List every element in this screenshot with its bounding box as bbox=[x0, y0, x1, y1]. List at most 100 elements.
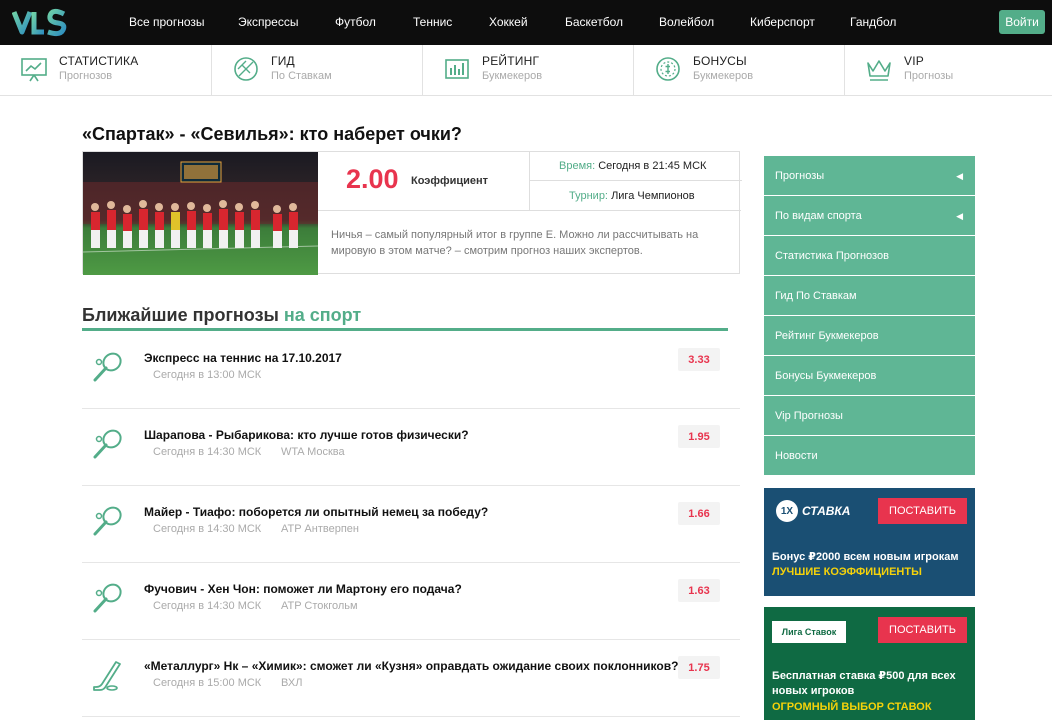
feature-subtitle: Букмекеров bbox=[693, 70, 754, 82]
sidebar-item-label: По видам спорта bbox=[775, 210, 862, 222]
feature-guide[interactable]: ГИД По Ставкам bbox=[212, 45, 423, 95]
sidebar-item-label: Прогнозы bbox=[775, 170, 825, 182]
feature-subtitle: Букмекеров bbox=[482, 70, 543, 82]
forecast-row[interactable]: Экспресс на теннис на 17.10.2017 Сегодня… bbox=[82, 332, 740, 409]
forecast-venue: ВХЛ bbox=[281, 677, 303, 689]
ad-accent: ЛУЧШИЕ КОЭФФИЦИЕНТЫ bbox=[772, 566, 922, 578]
sidebar-item-guide[interactable]: Гид По Ставкам bbox=[764, 276, 975, 316]
featured-match-card: 2.00 Коэффициент Время: Сегодня в 21:45 … bbox=[82, 151, 742, 275]
brand-name: Лига Ставок bbox=[781, 627, 837, 637]
feature-subtitle: Прогнозы bbox=[904, 70, 954, 82]
match-photo[interactable] bbox=[83, 152, 318, 275]
nav-all-forecasts[interactable]: Все прогнозы bbox=[129, 15, 205, 29]
nav-express[interactable]: Экспрессы bbox=[238, 15, 298, 29]
section-title-accent: на спорт bbox=[283, 305, 362, 325]
login-button[interactable]: Войти bbox=[999, 10, 1045, 34]
expand-arrow-icon[interactable]: ◀ bbox=[956, 196, 963, 236]
match-meta: Время: Сегодня в 21:45 МСК Турнир: Лига … bbox=[529, 152, 742, 210]
sidebar-item-label: Бонусы Букмекеров bbox=[775, 370, 877, 382]
brand-badge: 1X bbox=[776, 500, 798, 522]
featured-description: Ничья – самый популярный итог в группе Е… bbox=[331, 229, 699, 257]
forecast-venue: ATP Стокгольм bbox=[281, 600, 358, 612]
sidebar-menu: Прогнозы ◀ По видам спорта ◀ Статистика … bbox=[764, 156, 975, 476]
forecast-odds[interactable]: 1.66 bbox=[678, 502, 720, 525]
bookmaker-ad[interactable]: 1X СТАВКА ПОСТАВИТЬ Бонус ₽2000 всем нов… bbox=[764, 488, 975, 596]
tournament-value: Лига Чемпионов bbox=[611, 190, 695, 202]
crown-icon bbox=[867, 60, 891, 81]
sidebar-item-label: Статистика Прогнозов bbox=[775, 250, 889, 262]
forecast-title[interactable]: Шарапова - Рыбарикова: кто лучше готов ф… bbox=[144, 428, 469, 442]
sidebar-item-vip[interactable]: Vip Прогнозы bbox=[764, 396, 975, 436]
feature-vip[interactable]: VIP Прогнозы bbox=[845, 45, 1052, 95]
forecast-title[interactable]: Майер - Тиафо: поборется ли опытный неме… bbox=[144, 505, 488, 519]
forecast-row[interactable]: «Металлург» Нк – «Химик»: сможет ли «Куз… bbox=[82, 640, 740, 717]
nav-tennis[interactable]: Теннис bbox=[413, 15, 452, 29]
feature-subtitle: Прогнозов bbox=[59, 70, 113, 82]
divider bbox=[318, 210, 741, 211]
chart-board-icon bbox=[21, 58, 47, 82]
featured-odds: 2.00 bbox=[346, 164, 399, 194]
site-logo[interactable] bbox=[12, 6, 68, 38]
forecast-time: Сегодня в 13:00 МСК bbox=[153, 369, 262, 381]
nav-hockey[interactable]: Хоккей bbox=[489, 15, 528, 29]
forecast-odds[interactable]: 1.75 bbox=[678, 656, 720, 679]
forecast-title[interactable]: Экспресс на теннис на 17.10.2017 bbox=[144, 351, 342, 365]
section-title-main: Ближайшие прогнозы bbox=[82, 305, 279, 325]
forecast-time: Сегодня в 15:00 МСК bbox=[153, 677, 262, 689]
bar-chart-icon bbox=[445, 59, 469, 79]
forecast-row[interactable]: Майер - Тиафо: поборется ли опытный неме… bbox=[82, 486, 740, 563]
feature-subtitle: По Ставкам bbox=[271, 70, 332, 82]
tennis-racket-icon bbox=[93, 583, 122, 613]
feature-bonuses[interactable]: БОНУСЫ Букмекеров bbox=[634, 45, 845, 95]
brand-name: СТАВКА bbox=[802, 504, 851, 518]
forecast-row[interactable]: Шарапова - Рыбарикова: кто лучше готов ф… bbox=[82, 409, 740, 486]
nav-football[interactable]: Футбол bbox=[335, 15, 376, 29]
nav-esports[interactable]: Киберспорт bbox=[750, 15, 815, 29]
odds-caption: Коэффициент bbox=[411, 175, 489, 187]
feature-rating[interactable]: РЕЙТИНГ Букмекеров bbox=[423, 45, 634, 95]
ad-text: Бесплатная ставка ₽500 для всех новых иг… bbox=[772, 670, 956, 697]
tennis-racket-icon bbox=[93, 506, 122, 536]
forecast-title[interactable]: «Металлург» Нк – «Химик»: сможет ли «Куз… bbox=[144, 659, 678, 673]
top-navbar: Все прогнозы Экспрессы Футбол Теннис Хок… bbox=[0, 0, 1052, 45]
sidebar-item-label: Гид По Ставкам bbox=[775, 290, 857, 302]
feature-statistics[interactable]: СТАТИСТИКА Прогнозов bbox=[0, 45, 212, 95]
page-title[interactable]: «Спартак» - «Севилья»: кто наберет очки? bbox=[82, 124, 462, 145]
ad-text: Бонус ₽2000 всем новым игрокам bbox=[772, 551, 959, 563]
forecast-time: Сегодня в 14:30 МСК bbox=[153, 523, 262, 535]
match-tournament: Турнир: Лига Чемпионов bbox=[530, 181, 742, 210]
forecast-time: Сегодня в 14:30 МСК bbox=[153, 600, 262, 612]
feature-title: ГИД bbox=[271, 54, 295, 68]
expand-arrow-icon[interactable]: ◀ bbox=[956, 156, 963, 196]
feature-title: СТАТИСТИКА bbox=[59, 54, 139, 68]
bookmaker-ad[interactable]: Лига Ставок ПОСТАВИТЬ Бесплатная ставка … bbox=[764, 607, 975, 720]
sidebar-item-label: Новости bbox=[775, 450, 818, 462]
sidebar-item-bonuses[interactable]: Бонусы Букмекеров bbox=[764, 356, 975, 396]
ball-icon bbox=[234, 57, 258, 81]
match-time: Время: Сегодня в 21:45 МСК bbox=[530, 152, 742, 181]
nav-basketball[interactable]: Баскетбол bbox=[565, 15, 623, 29]
sidebar-item-forecasts[interactable]: Прогнозы ◀ bbox=[764, 156, 975, 196]
place-bet-button[interactable]: ПОСТАВИТЬ bbox=[878, 498, 967, 524]
forecast-odds[interactable]: 3.33 bbox=[678, 348, 720, 371]
forecast-venue: WTA Москва bbox=[281, 446, 345, 458]
forecast-time: Сегодня в 14:30 МСК bbox=[153, 446, 262, 458]
nav-handball[interactable]: Гандбол bbox=[850, 15, 896, 29]
feature-title: РЕЙТИНГ bbox=[482, 54, 540, 68]
forecast-title[interactable]: Фучович - Хен Чон: поможет ли Мартону ег… bbox=[144, 582, 462, 596]
sidebar-item-news[interactable]: Новости bbox=[764, 436, 975, 476]
sidebar-item-rating[interactable]: Рейтинг Букмекеров bbox=[764, 316, 975, 356]
sidebar-item-by-sport[interactable]: По видам спорта ◀ bbox=[764, 196, 975, 236]
feature-title: БОНУСЫ bbox=[693, 54, 747, 68]
tennis-racket-icon bbox=[93, 352, 122, 382]
forecast-row[interactable]: Фучович - Хен Чон: поможет ли Мартону ег… bbox=[82, 563, 740, 640]
place-bet-button[interactable]: ПОСТАВИТЬ bbox=[878, 617, 967, 643]
sidebar-item-statistics[interactable]: Статистика Прогнозов bbox=[764, 236, 975, 276]
coin-icon bbox=[656, 57, 680, 81]
tennis-racket-icon bbox=[93, 429, 122, 459]
time-value: Сегодня в 21:45 МСК bbox=[598, 160, 707, 172]
forecast-odds[interactable]: 1.95 bbox=[678, 425, 720, 448]
sidebar-item-label: Vip Прогнозы bbox=[775, 410, 843, 422]
forecast-odds[interactable]: 1.63 bbox=[678, 579, 720, 602]
nav-volleyball[interactable]: Волейбол bbox=[659, 15, 714, 29]
